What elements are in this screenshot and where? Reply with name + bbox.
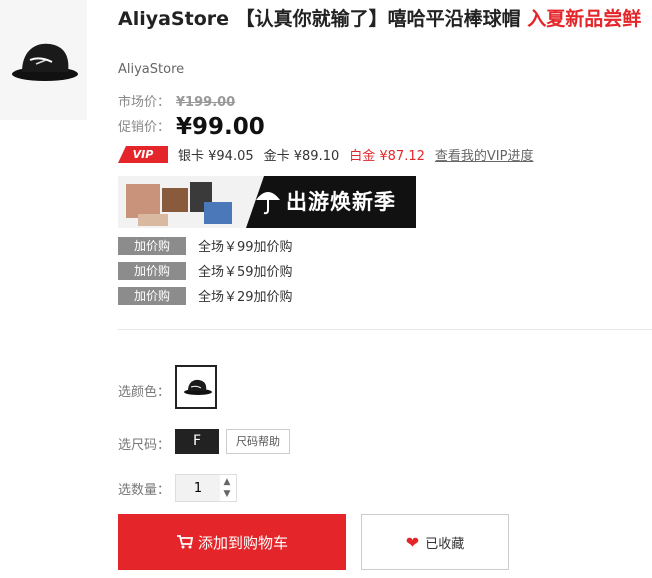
heart-icon: ❤ <box>405 532 420 552</box>
promo-banner[interactable]: 出游焕新季 <box>118 176 416 228</box>
addon-row[interactable]: 加价购 全场￥99加价购 <box>118 236 293 255</box>
vip-prices: VIP 银卡 ¥94.05 金卡 ¥89.10 白金 ¥87.12 查看我的VI… <box>118 145 533 164</box>
addon-text: 全场￥59加价购 <box>198 265 293 280</box>
addon-tag: 加价购 <box>118 261 186 280</box>
color-swatch-black[interactable] <box>175 365 217 409</box>
size-help-button[interactable]: 尺码帮助 <box>226 429 290 454</box>
banner-text: 出游焕新季 <box>286 190 396 214</box>
promo-price-value: ¥99.00 <box>176 114 265 140</box>
product-thumbnail[interactable] <box>0 0 87 120</box>
cap-icon <box>12 43 78 81</box>
market-price-label: 市场价： <box>118 95 171 110</box>
quantity-input[interactable] <box>176 475 220 501</box>
addon-text: 全场￥99加价购 <box>198 240 293 255</box>
favorite-button[interactable]: ❤ 已收藏 <box>361 514 509 570</box>
size-option-f[interactable]: F <box>175 429 219 454</box>
quantity-stepper[interactable]: ▲ ▼ <box>175 474 237 502</box>
platinum-price: 白金 ¥87.12 <box>349 149 425 164</box>
addon-tag: 加价购 <box>118 236 186 255</box>
chevron-up-icon[interactable]: ▲ <box>220 476 234 488</box>
vip-badge: VIP <box>118 146 168 163</box>
market-price-value: ¥199.00 <box>176 95 236 110</box>
umbrella-icon <box>256 192 280 215</box>
cart-icon <box>176 535 194 549</box>
addon-tag: 加价购 <box>118 286 186 305</box>
title-highlight: 入夏新品尝鲜 <box>527 8 642 30</box>
gold-price: 金卡 ¥89.10 <box>263 149 340 164</box>
cap-swatch-icon <box>184 379 212 395</box>
title-text: AliyaStore 【认真你就输了】嘻哈平沿棒球帽 <box>118 8 528 30</box>
addon-row[interactable]: 加价购 全场￥29加价购 <box>118 286 293 305</box>
silver-price: 银卡 ¥94.05 <box>178 149 254 164</box>
addon-text: 全场￥29加价购 <box>198 290 293 305</box>
promo-price: 促销价： ¥99.00 <box>118 114 265 140</box>
favorite-label: 已收藏 <box>425 536 465 552</box>
divider <box>118 329 652 330</box>
addon-row[interactable]: 加价购 全场￥59加价购 <box>118 261 293 280</box>
add-to-cart-label: 添加到购物车 <box>197 533 288 552</box>
add-to-cart-button[interactable]: 添加到购物车 <box>118 514 346 570</box>
vip-progress-link[interactable]: 查看我的VIP进度 <box>435 145 534 164</box>
chevron-down-icon[interactable]: ▼ <box>220 488 234 500</box>
store-name: AliyaStore <box>118 62 185 77</box>
market-price: 市场价： ¥199.00 <box>118 91 235 110</box>
product-title: AliyaStore 【认真你就输了】嘻哈平沿棒球帽 入夏新品尝鲜 <box>118 6 648 32</box>
promo-price-label: 促销价： <box>118 120 171 135</box>
quantity-label: 选数量： <box>118 483 171 498</box>
clothes-image <box>126 182 232 226</box>
size-label: 选尺码： <box>118 438 171 453</box>
color-label: 选颜色： <box>118 385 171 400</box>
